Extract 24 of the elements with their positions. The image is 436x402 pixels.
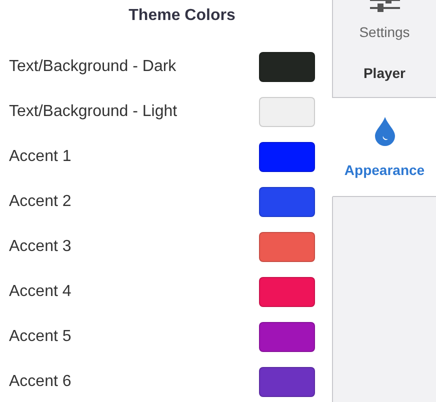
color-label: Accent 2 [9,192,72,210]
color-swatch[interactable] [259,232,315,262]
color-label: Accent 3 [9,238,72,256]
color-label: Accent 5 [9,328,72,346]
color-label: Accent 4 [9,282,72,300]
color-swatch[interactable] [259,366,315,396]
color-swatch[interactable] [259,96,315,126]
color-label: Text/Background - Light [9,102,178,120]
color-label: Accent 1 [9,148,72,166]
drop-icon [374,116,396,146]
section-title: Theme Colors [128,6,236,26]
color-swatch[interactable] [259,142,315,172]
color-label: Accent 6 [9,372,72,390]
tab-caption: Settings [359,24,410,40]
sidebar-tab[interactable]: Appearance [332,98,436,197]
sliders-icon [368,0,402,12]
color-swatch[interactable] [259,276,315,306]
color-swatch[interactable] [259,186,315,216]
color-swatch[interactable] [259,322,315,352]
color-swatch[interactable] [259,52,315,82]
tab-label: Player [363,65,406,81]
sidebar-tab[interactable]: Settings Player [332,0,436,98]
color-label: Text/Background - Dark [9,58,176,76]
tab-label: Appearance [344,162,425,178]
